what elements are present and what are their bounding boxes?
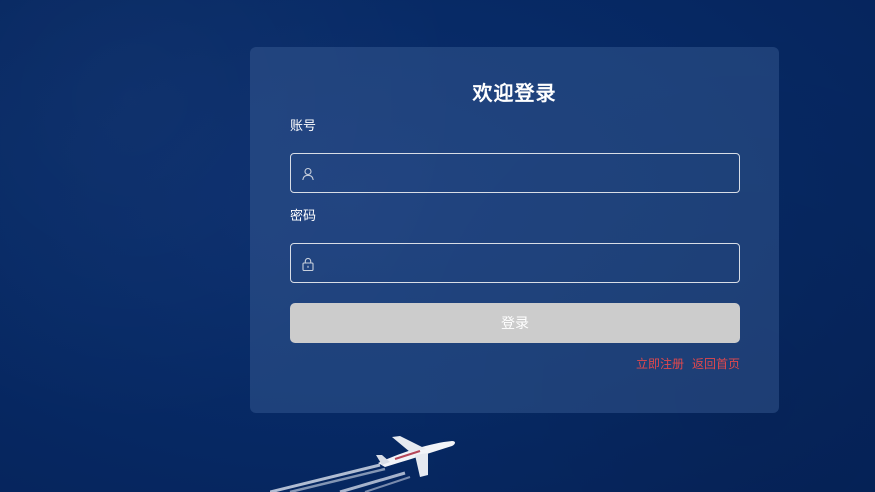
account-field[interactable] [290, 153, 740, 194]
password-field[interactable] [290, 243, 740, 284]
login-title: 欢迎登录 [472, 81, 557, 105]
lock-icon [301, 256, 315, 272]
login-links: 立即注册 返回首页 [628, 355, 740, 372]
home-link[interactable]: 返回首页 [692, 357, 740, 371]
login-panel: 欢迎登录 账号 密码 登录 立即注册 返回首页 [250, 47, 779, 413]
login-button[interactable]: 登录 [290, 303, 740, 343]
password-input[interactable] [323, 244, 737, 284]
password-label: 密码 [290, 209, 317, 224]
airplane-image [269, 425, 470, 492]
account-label: 账号 [290, 119, 317, 134]
user-icon [301, 166, 315, 181]
register-link[interactable]: 立即注册 [636, 357, 684, 371]
account-input[interactable] [323, 154, 737, 194]
